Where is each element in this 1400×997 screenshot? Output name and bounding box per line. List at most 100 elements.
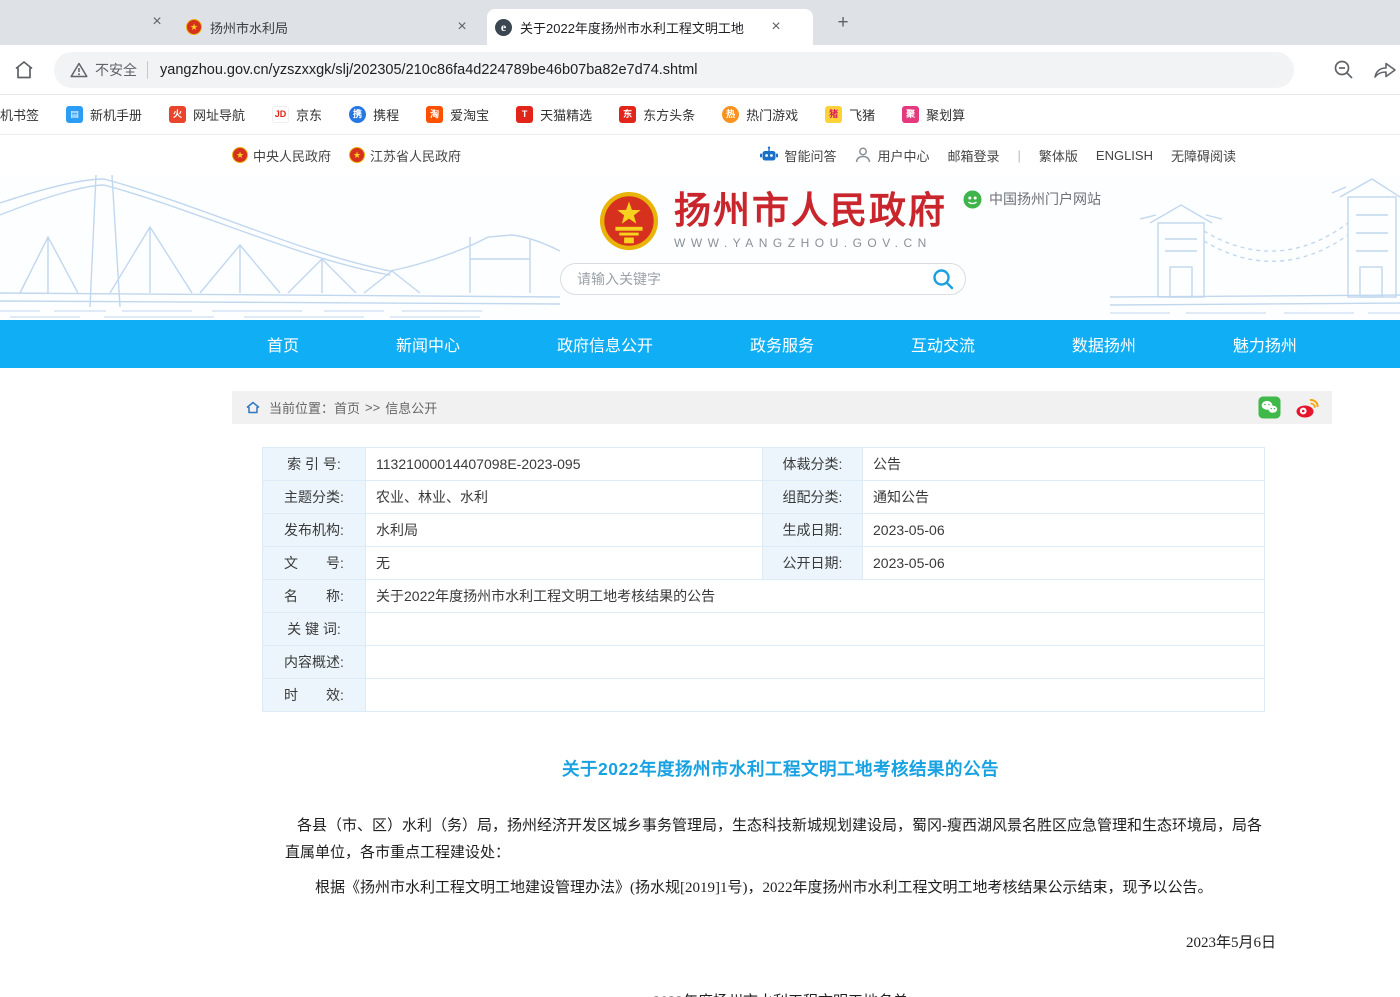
meta-label: 组配分类: — [763, 481, 863, 514]
meta-label: 发布机构: — [263, 514, 366, 547]
link-jiangsu-government[interactable]: ★ 江苏省人民政府 — [349, 146, 461, 165]
bookmark-label: 飞猪 — [849, 105, 875, 124]
bookmark-favicon-icon: T — [516, 106, 533, 123]
security-status[interactable]: 不安全 — [95, 60, 137, 80]
bookmark-item[interactable]: 机书签 — [0, 105, 39, 124]
breadcrumb-separator: >> — [365, 400, 380, 415]
link-smart-qa[interactable]: 智能问答 — [759, 146, 836, 165]
bookmark-item[interactable]: 猪 飞猪 — [825, 105, 875, 124]
site-logo[interactable]: 扬州市人民政府 WWW.YANGZHOU.GOV.CN — [598, 190, 947, 252]
document-meta-table: 索 引 号: 11321000014407098E-2023-095 体裁分类:… — [262, 447, 1265, 712]
link-english[interactable]: ENGLISH — [1096, 148, 1153, 163]
bookmark-item[interactable]: ▤ 新机手册 — [66, 105, 142, 124]
portal-link[interactable]: 中国扬州门户网站 — [963, 189, 1101, 209]
new-tab-button[interactable]: + — [830, 10, 856, 36]
divider — [147, 61, 148, 79]
article-list-title: 2022年度扬州市水利工程文明工地名单 — [285, 989, 1276, 997]
breadcrumb-current[interactable]: 信息公开 — [385, 398, 437, 417]
tab-active-announcement[interactable]: e 关于2022年度扬州市水利工程文明工地 × — [487, 9, 813, 45]
browser-tab-bar: × ★ 扬州市水利局 × e 关于2022年度扬州市水利工程文明工地 × + — [0, 0, 1400, 45]
link-user-center[interactable]: 用户中心 — [854, 146, 929, 165]
bookmark-label: 热门游戏 — [746, 105, 798, 124]
bookmark-item[interactable]: 火 网址导航 — [169, 105, 245, 124]
bookmarks-bar: 机书签 ▤ 新机手册 火 网址导航 JD 京东 携 携程 淘 爱淘宝 T 天猫精… — [0, 95, 1400, 135]
link-central-government[interactable]: ★ 中央人民政府 — [232, 146, 331, 165]
meta-label: 关 键 词: — [263, 613, 366, 646]
site-domain: WWW.YANGZHOU.GOV.CN — [674, 236, 947, 250]
bookmark-item[interactable]: JD 京东 — [272, 105, 322, 124]
bookmark-label: 京东 — [296, 105, 322, 124]
bookmark-favicon-icon: 热 — [722, 106, 739, 123]
article-paragraph: 各县（市、区）水利（务）局，扬州经济开发区城乡事务管理局，生态科技新城规划建设局… — [285, 813, 1276, 867]
meta-value: 无 — [366, 547, 763, 580]
tab-yangzhou-water-bureau[interactable]: ★ 扬州市水利局 × — [178, 9, 480, 45]
meta-label: 内容概述: — [263, 646, 366, 679]
url-field[interactable]: 不安全 yangzhou.gov.cn/yzszxxgk/slj/202305/… — [54, 52, 1294, 88]
nav-item-home[interactable]: 首页 — [267, 332, 299, 356]
meta-label: 体裁分类: — [763, 448, 863, 481]
close-icon[interactable]: × — [766, 17, 786, 37]
bookmark-label: 新机手册 — [90, 105, 142, 124]
breadcrumb-home-link[interactable]: 首页 — [334, 398, 360, 417]
bridge-sketch-right — [1110, 175, 1400, 320]
breadcrumb: 当前位置： 首页 >> 信息公开 — [232, 391, 1332, 424]
bookmark-item[interactable]: 淘 爱淘宝 — [426, 105, 489, 124]
search-input[interactable] — [577, 271, 931, 287]
nav-item-interaction[interactable]: 互动交流 — [911, 332, 975, 356]
bookmark-item[interactable]: T 天猫精选 — [516, 105, 592, 124]
meta-value: 水利局 — [366, 514, 763, 547]
robot-icon — [759, 146, 779, 164]
bookmark-item[interactable]: 携 携程 — [349, 105, 399, 124]
article-body: 关于2022年度扬州市水利工程文明工地考核结果的公告 各县（市、区）水利（务）局… — [285, 756, 1276, 997]
search-icon[interactable] — [931, 267, 955, 291]
main-navigation: 首页 新闻中心 政府信息公开 政务服务 互动交流 数据扬州 魅力扬州 — [0, 320, 1400, 368]
bookmark-item[interactable]: 热 热门游戏 — [722, 105, 798, 124]
meta-value: 2023-05-06 — [863, 514, 1265, 547]
bookmark-favicon-icon: 聚 — [902, 106, 919, 123]
nav-item-data[interactable]: 数据扬州 — [1072, 332, 1136, 356]
article-title: 关于2022年度扬州市水利工程文明工地考核结果的公告 — [285, 756, 1276, 781]
home-icon[interactable] — [12, 58, 36, 82]
wechat-share-icon[interactable] — [1258, 396, 1281, 419]
divider: | — [1018, 148, 1021, 163]
zoom-out-icon[interactable] — [1332, 58, 1356, 82]
home-icon[interactable] — [245, 400, 261, 415]
meta-label: 索 引 号: — [263, 448, 366, 481]
table-row: 时 效: — [263, 679, 1265, 712]
meta-value: 通知公告 — [863, 481, 1265, 514]
nav-item-news[interactable]: 新闻中心 — [396, 332, 460, 356]
table-row: 内容概述: — [263, 646, 1265, 679]
share-icon[interactable] — [1372, 58, 1398, 82]
meta-value — [366, 613, 1265, 646]
portal-logo-icon — [963, 190, 982, 209]
close-icon[interactable]: × — [147, 12, 167, 32]
gov-emblem-icon: ★ — [232, 147, 248, 163]
bookmark-label: 网址导航 — [193, 105, 245, 124]
site-utility-bar: ★ 中央人民政府 ★ 江苏省人民政府 智能问答 — [0, 135, 1400, 175]
bookmark-favicon-icon: 猪 — [825, 106, 842, 123]
close-icon[interactable]: × — [452, 17, 472, 37]
browser-url-bar: 不安全 yangzhou.gov.cn/yzszxxgk/slj/202305/… — [0, 45, 1400, 95]
bookmark-label: 天猫精选 — [540, 105, 592, 124]
link-label: 用户中心 — [877, 146, 929, 165]
tab-title: 关于2022年度扬州市水利工程文明工地 — [520, 18, 758, 37]
link-mail-login[interactable]: 邮箱登录 — [947, 146, 999, 165]
nav-item-charm[interactable]: 魅力扬州 — [1233, 332, 1297, 356]
link-accessibility[interactable]: 无障碍阅读 — [1171, 146, 1236, 165]
meta-value — [366, 679, 1265, 712]
link-label: 江苏省人民政府 — [370, 146, 461, 165]
nav-item-services[interactable]: 政务服务 — [750, 332, 814, 356]
meta-value: 11321000014407098E-2023-095 — [366, 448, 763, 481]
meta-value: 2023-05-06 — [863, 547, 1265, 580]
bookmark-item[interactable]: 东 东方头条 — [619, 105, 695, 124]
table-row: 主题分类: 农业、林业、水利 组配分类: 通知公告 — [263, 481, 1265, 514]
url-text[interactable]: yangzhou.gov.cn/yzszxxgk/slj/202305/210c… — [160, 62, 697, 78]
link-traditional-chinese[interactable]: 繁体版 — [1039, 146, 1078, 165]
nav-item-info-disclosure[interactable]: 政府信息公开 — [557, 332, 653, 356]
bookmark-item[interactable]: 聚 聚划算 — [902, 105, 965, 124]
weibo-share-icon[interactable] — [1295, 397, 1319, 419]
site-favicon-icon: e — [495, 19, 512, 36]
bookmark-favicon-icon: 携 — [349, 106, 366, 123]
bookmark-favicon-icon: 淘 — [426, 106, 443, 123]
gov-emblem-icon: ★ — [186, 19, 202, 35]
